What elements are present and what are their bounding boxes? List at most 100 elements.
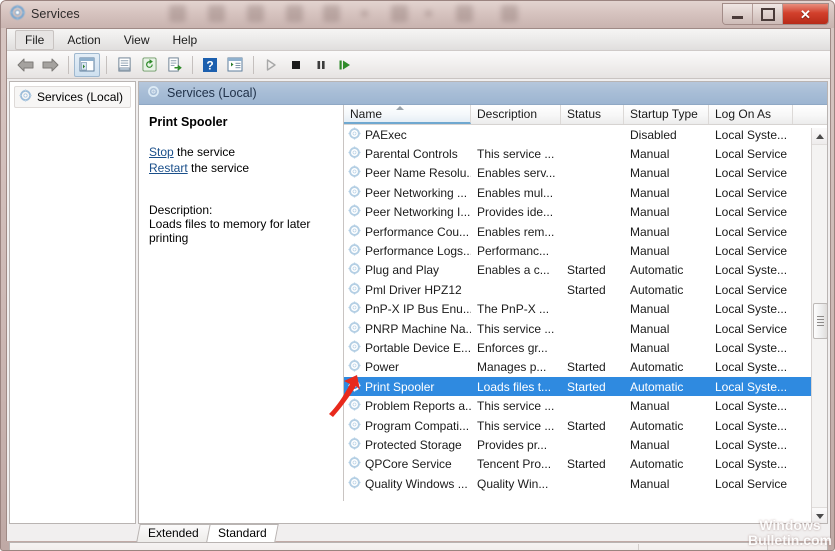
tree-item-services-local[interactable]: Services (Local) <box>14 86 131 108</box>
cell-status: Started <box>561 360 624 374</box>
service-name-label: Portable Device E... <box>365 341 471 355</box>
help-icon[interactable]: ? <box>198 54 222 76</box>
table-row[interactable]: PowerManages p...StartedAutomaticLocal S… <box>344 358 827 377</box>
menu-action[interactable]: Action <box>57 30 110 50</box>
column-header-name[interactable]: Name <box>344 105 471 124</box>
column-label-name: Name <box>350 107 382 121</box>
menu-view[interactable]: View <box>114 30 160 50</box>
service-gear-icon <box>348 340 361 356</box>
menu-help[interactable]: Help <box>163 30 208 50</box>
menu-file[interactable]: File <box>15 30 54 50</box>
cell-startup: Automatic <box>624 419 709 433</box>
service-name-label: Plug and Play <box>365 263 439 277</box>
export-list-icon[interactable] <box>162 54 186 76</box>
cell-description: Performanc... <box>471 244 561 258</box>
column-header-log-on-as[interactable]: Log On As <box>709 105 793 124</box>
table-row[interactable]: Print SpoolerLoads files t...StartedAuto… <box>344 377 827 396</box>
service-gear-icon <box>348 185 361 201</box>
cell-name: Peer Name Resolu... <box>344 165 471 181</box>
cell-status: Started <box>561 457 624 471</box>
table-row[interactable]: Performance Logs...Performanc...ManualLo… <box>344 241 827 260</box>
cell-name: Parental Controls <box>344 146 471 162</box>
column-label-startup-type: Startup Type <box>630 107 698 121</box>
tab-standard[interactable]: Standard <box>206 524 278 542</box>
cell-logon: Local Syste... <box>709 399 793 413</box>
scroll-down-button[interactable] <box>812 507 827 524</box>
cell-name: Program Compati... <box>344 418 471 434</box>
cell-startup: Automatic <box>624 360 709 374</box>
refresh-icon[interactable] <box>137 54 161 76</box>
table-row[interactable]: Program Compati...This service ...Starte… <box>344 416 827 435</box>
show-hide-console-tree-icon[interactable] <box>74 53 100 77</box>
restart-service-link[interactable]: Restart <box>149 161 188 175</box>
cell-startup: Manual <box>624 438 709 452</box>
table-row[interactable]: Pml Driver HPZ12StartedAutomaticLocal Se… <box>344 280 827 299</box>
tab-extended[interactable]: Extended <box>136 524 210 542</box>
cell-name: Peer Networking I... <box>344 204 471 220</box>
cell-name: Plug and Play <box>344 262 471 278</box>
chevron-up-icon <box>816 134 824 139</box>
description-text: Loads files to memory for later printing <box>149 217 333 245</box>
table-row[interactable]: Peer Networking ...Enables mul...ManualL… <box>344 183 827 202</box>
service-name-label: Peer Networking I... <box>365 205 470 219</box>
cell-name: PNRP Machine Na... <box>344 321 471 337</box>
service-gear-icon <box>348 476 361 492</box>
menubar: File Action View Help <box>7 29 830 51</box>
table-row[interactable]: Peer Name Resolu...Enables serv...Manual… <box>344 164 827 183</box>
cell-logon: Local Service <box>709 283 793 297</box>
table-row[interactable]: Parental ControlsThis service ...ManualL… <box>344 144 827 163</box>
column-header-description[interactable]: Description <box>471 105 561 124</box>
scrollbar-thumb[interactable] <box>813 303 828 339</box>
column-header-status[interactable]: Status <box>561 105 624 124</box>
restart-service-action: Restart the service <box>149 161 333 175</box>
pause-service-icon[interactable] <box>309 54 333 76</box>
service-gear-icon <box>348 204 361 220</box>
cell-name: PAExec <box>344 127 471 143</box>
cell-startup: Manual <box>624 341 709 355</box>
cell-description: Enables a c... <box>471 263 561 277</box>
cell-logon: Local Service <box>709 244 793 258</box>
table-row[interactable]: PNRP Machine Na...This service ... Manual… <box>344 319 827 338</box>
restart-service-icon[interactable] <box>334 54 358 76</box>
table-row[interactable]: Quality Windows ...Quality Win...ManualL… <box>344 474 827 493</box>
table-row[interactable]: Protected StorageProvides pr...ManualLoc… <box>344 435 827 454</box>
table-row[interactable]: Portable Device E...Enforces gr...Manual… <box>344 338 827 357</box>
stop-service-link[interactable]: Stop <box>149 145 174 159</box>
cell-name: Power <box>344 359 471 375</box>
vertical-scrollbar[interactable] <box>811 128 827 524</box>
table-row[interactable]: Problem Reports a...This service ...Manu… <box>344 396 827 415</box>
cell-status: Started <box>561 380 624 394</box>
cell-description: Manages p... <box>471 360 561 374</box>
scroll-up-button[interactable] <box>812 128 827 145</box>
cell-startup: Manual <box>624 322 709 336</box>
stop-service-icon[interactable] <box>284 54 308 76</box>
column-header-startup-type[interactable]: Startup Type <box>624 105 709 124</box>
status-bar <box>9 542 828 551</box>
service-gear-icon <box>348 398 361 414</box>
properties-icon[interactable] <box>112 54 136 76</box>
table-row[interactable]: Performance Cou...Enables rem...ManualLo… <box>344 222 827 241</box>
service-gear-icon <box>348 456 361 472</box>
details-body: Print Spooler Stop the service Restart t… <box>139 105 827 501</box>
service-gear-icon <box>348 359 361 375</box>
table-row[interactable]: PnP-X IP Bus Enu...The PnP-X ...ManualLo… <box>344 300 827 319</box>
list-view-icon[interactable] <box>223 54 247 76</box>
table-row[interactable]: Peer Networking I...Provides ide...Manua… <box>344 203 827 222</box>
start-service-icon[interactable] <box>259 54 283 76</box>
service-name-label: Performance Cou... <box>365 225 469 239</box>
close-button[interactable]: ✕ <box>783 4 828 24</box>
maximize-button[interactable] <box>753 4 783 24</box>
cell-description: Enables serv... <box>471 166 561 180</box>
cell-startup: Automatic <box>624 380 709 394</box>
forward-icon[interactable] <box>38 54 62 76</box>
service-name-label: Peer Name Resolu... <box>365 166 471 180</box>
window-titlebar[interactable]: Services ✕ <box>1 1 835 28</box>
minimize-button[interactable] <box>723 4 753 24</box>
table-row[interactable]: QPCore ServiceTencent Pro...StartedAutom… <box>344 455 827 474</box>
table-row[interactable]: PAExecDisabledLocal Syste... <box>344 125 827 144</box>
cell-name: Pml Driver HPZ12 <box>344 282 471 298</box>
cell-description: Provides pr... <box>471 438 561 452</box>
table-row[interactable]: Plug and PlayEnables a c...StartedAutoma… <box>344 261 827 280</box>
cell-description: This service ... <box>471 322 561 336</box>
back-icon[interactable] <box>13 54 37 76</box>
